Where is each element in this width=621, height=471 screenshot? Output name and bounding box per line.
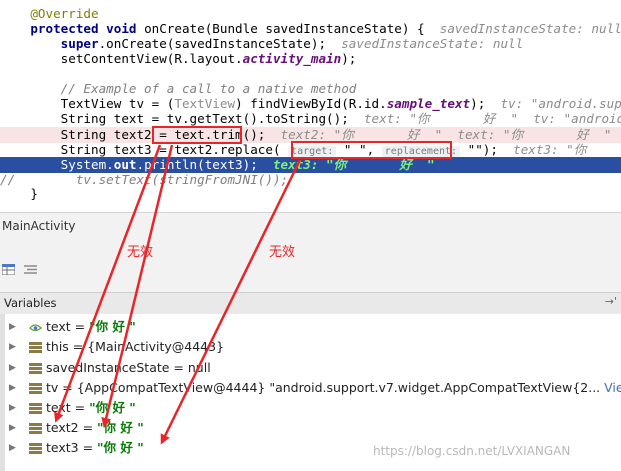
arrow-replace-to-text3 (160, 159, 302, 445)
arrow-trim-to-text (54, 144, 162, 423)
annotation-arrows (54, 144, 302, 445)
watermark: https://blog.csdn.net/LVXIANGAN (373, 444, 571, 458)
arrow-trim-to-text2 (101, 144, 174, 428)
